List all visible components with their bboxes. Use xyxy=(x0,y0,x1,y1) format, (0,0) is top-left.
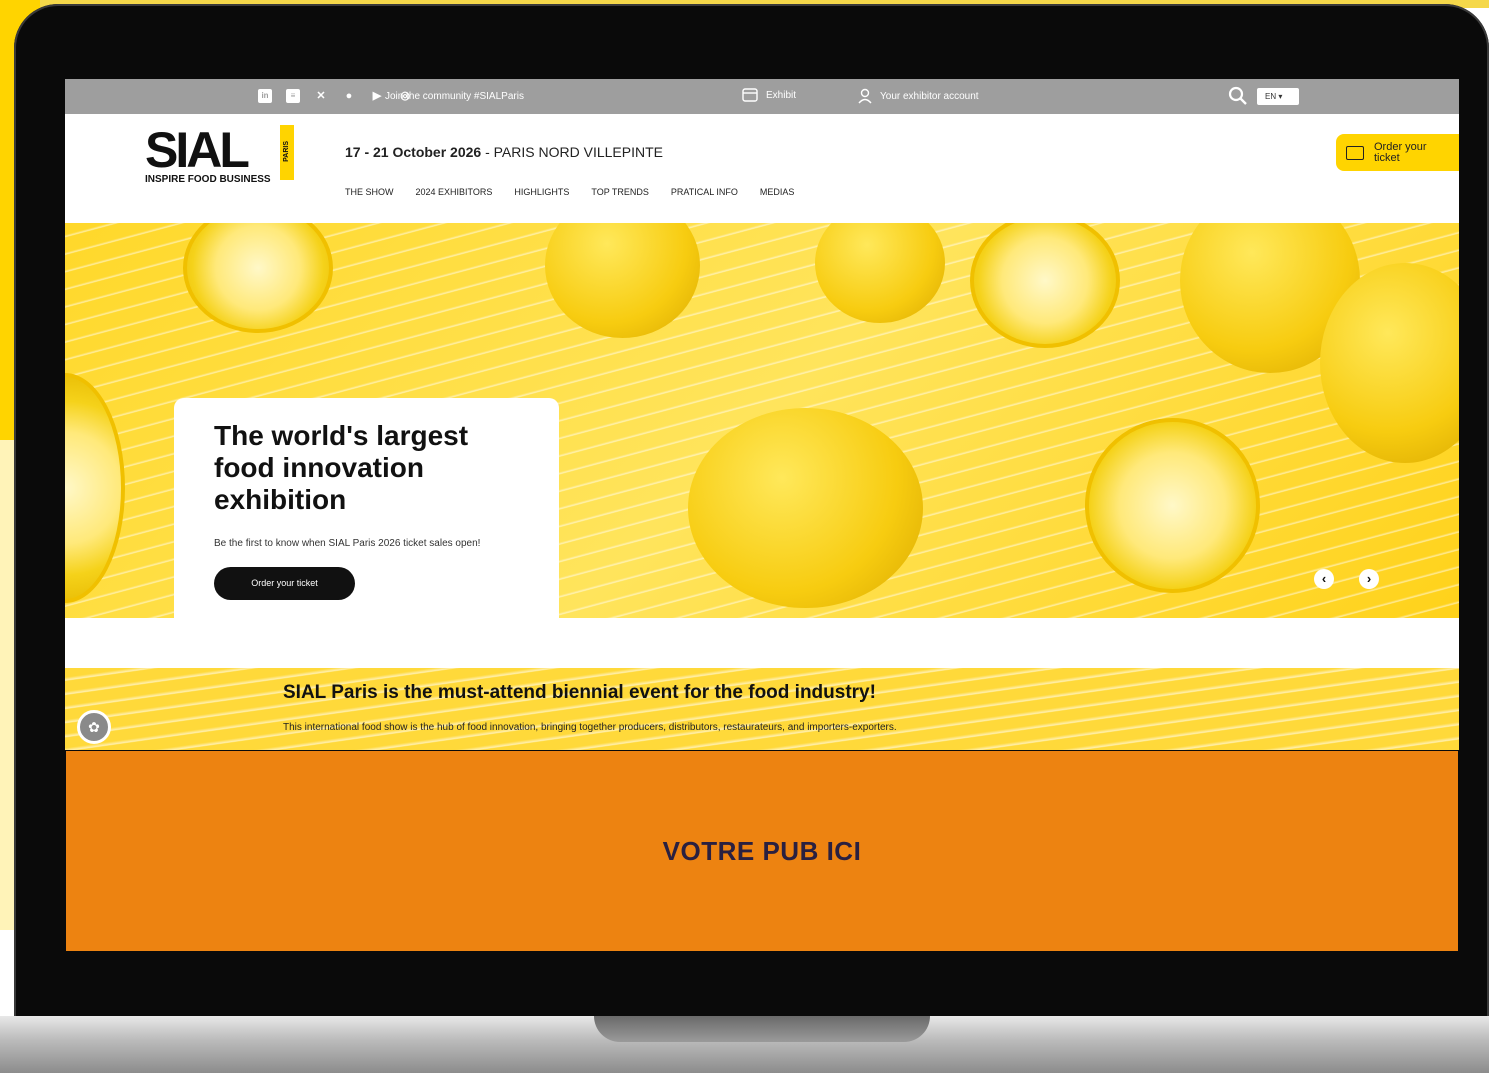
ad-banner[interactable]: VOTRE PUB ICI xyxy=(66,751,1458,951)
intro-text: This international food show is the hub … xyxy=(283,722,897,733)
order-ticket-tab-label: Order your ticket xyxy=(1374,140,1427,164)
carousel-next-button[interactable]: › xyxy=(1359,569,1379,589)
exhibitor-account-link[interactable]: Your exhibitor account xyxy=(858,88,979,104)
cookie-settings-icon[interactable]: ✿ xyxy=(77,710,111,744)
event-dates: 17 - 21 October 2026 - PARIS NORD VILLEP… xyxy=(345,144,663,160)
hero-banner: The world's largest food innovation exhi… xyxy=(65,223,1459,618)
sial-logo[interactable]: SIAL PARIS INSPIRE FOOD BUSINESS xyxy=(145,122,295,185)
hero-card: The world's largest food innovation exhi… xyxy=(174,398,559,618)
stand-icon xyxy=(742,88,758,102)
nav-item-the-show[interactable]: THE SHOW xyxy=(345,187,394,197)
linkedin-icon[interactable]: in xyxy=(258,89,272,103)
nav-item-top-trends[interactable]: TOP TRENDS xyxy=(591,187,649,197)
event-date-range: 17 - 21 October 2026 xyxy=(345,144,482,160)
user-icon xyxy=(858,88,872,104)
order-ticket-button[interactable]: Order your ticket xyxy=(214,567,355,600)
intro-banner: SIAL Paris is the must-attend biennial e… xyxy=(65,668,1459,750)
lemon-image xyxy=(688,408,923,608)
chevron-down-icon: ▾ xyxy=(1278,92,1283,101)
lemon-image xyxy=(183,223,333,333)
laptop-notch xyxy=(594,1016,930,1042)
logo-city-bar: PARIS xyxy=(280,125,294,180)
intro-title: SIAL Paris is the must-attend biennial e… xyxy=(283,682,876,703)
hero-title: The world's largest food innovation exhi… xyxy=(214,420,469,515)
hero-subtitle: Be the first to know when SIAL Paris 202… xyxy=(214,538,481,549)
news-icon[interactable]: ≡ xyxy=(286,89,300,103)
facebook-icon[interactable]: ● xyxy=(342,89,356,103)
top-bar: in ≡ ✕ ● ▶ ◎ Join the community #SIALPar… xyxy=(65,79,1459,114)
exhibit-link[interactable]: Exhibit xyxy=(742,88,796,102)
x-icon[interactable]: ✕ xyxy=(314,89,328,103)
community-link[interactable]: Join the community #SIALParis xyxy=(385,91,524,102)
language-select[interactable]: EN ▾ xyxy=(1257,88,1299,105)
site-header: SIAL PARIS INSPIRE FOOD BUSINESS 17 - 21… xyxy=(65,114,1459,223)
logo-tagline: INSPIRE FOOD BUSINESS xyxy=(145,174,271,185)
logo-wordmark: SIAL xyxy=(145,122,250,178)
lemon-image xyxy=(970,223,1120,348)
main-nav: THE SHOW 2024 EXHIBITORS HIGHLIGHTS TOP … xyxy=(345,187,794,197)
exhibit-label: Exhibit xyxy=(766,89,797,101)
ad-text: VOTRE PUB ICI xyxy=(662,835,862,866)
carousel-prev-button[interactable]: ‹ xyxy=(1314,569,1334,589)
youtube-icon[interactable]: ▶ xyxy=(370,89,384,103)
ticket-icon xyxy=(1346,145,1364,160)
laptop-screen: in ≡ ✕ ● ▶ ◎ Join the community #SIALPar… xyxy=(65,79,1459,750)
lemon-image xyxy=(545,223,700,338)
nav-item-exhibitors[interactable]: 2024 EXHIBITORS xyxy=(416,187,493,197)
logo-city: PARIS xyxy=(283,141,290,162)
order-ticket-tab[interactable]: Order your ticket xyxy=(1336,134,1459,171)
lemon-image xyxy=(815,223,945,323)
nav-item-highlights[interactable]: HIGHLIGHTS xyxy=(514,187,569,197)
nav-item-practical-info[interactable]: PRATICAL INFO xyxy=(671,187,738,197)
lemon-image xyxy=(65,373,125,603)
event-venue: - PARIS NORD VILLEPINTE xyxy=(481,144,663,160)
language-value: EN xyxy=(1265,92,1277,101)
account-label: Your exhibitor account xyxy=(880,90,979,102)
search-icon[interactable] xyxy=(1228,86,1248,106)
lemon-image xyxy=(1052,385,1293,618)
nav-item-medias[interactable]: MEDIAS xyxy=(760,187,795,197)
